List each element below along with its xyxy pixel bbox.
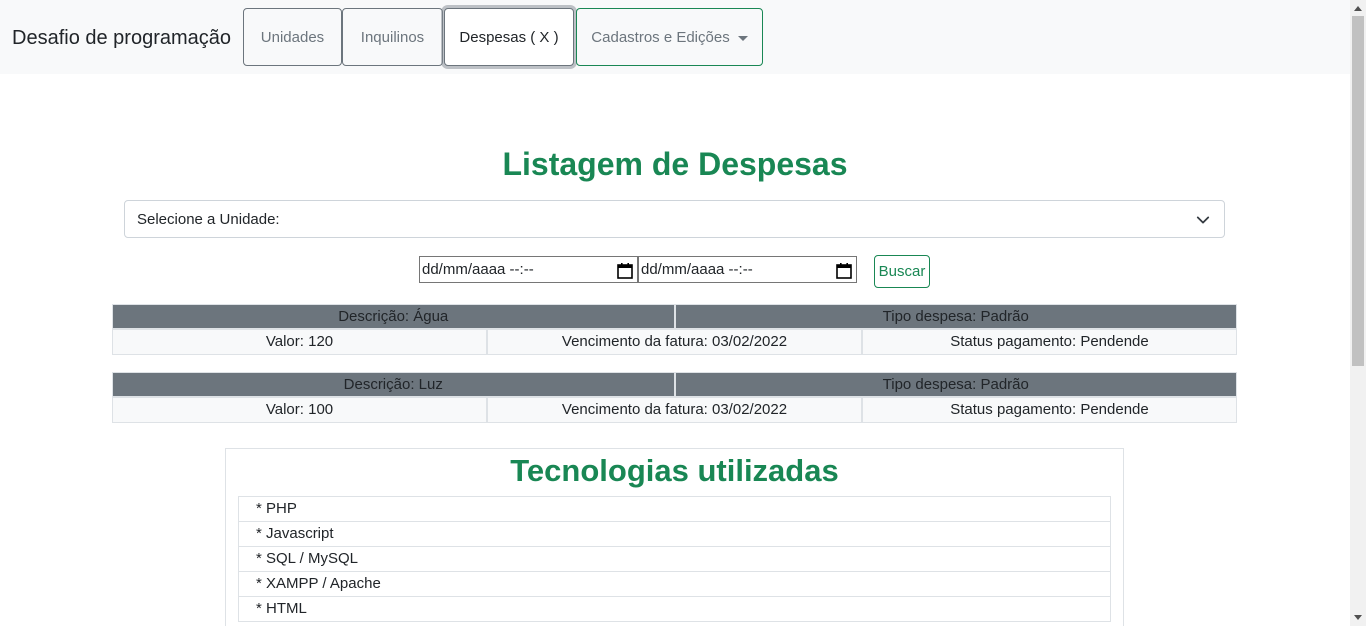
navbar: Desafio de programação Unidades Inquilin… [0, 0, 1350, 74]
nav-tenants-button[interactable]: Inquilinos [342, 8, 443, 66]
tech-card: Tecnologias utilizadas * PHP * Javascrip… [225, 448, 1124, 626]
date-end-placeholder: dd/mm/aaaa --:-- [641, 261, 753, 278]
expense-value: Valor: 120 [112, 329, 487, 355]
nav-tenants-label: Inquilinos [360, 28, 425, 46]
tech-item-javascript: * Javascript [238, 521, 1111, 547]
calendar-icon[interactable] [617, 262, 633, 279]
nav-registrations-label: Cadastros e Edições [591, 28, 730, 46]
unit-select-value: Selecione a Unidade: [137, 210, 280, 228]
page: Desafio de programação Unidades Inquilin… [0, 0, 1366, 626]
expense-status: Status pagamento: Pendende [862, 329, 1237, 355]
expense-table: Descrição: Água Tipo despesa: Padrão Val… [112, 304, 1237, 355]
nav-expenses-button[interactable]: Despesas ( X ) [444, 8, 574, 66]
caret-down-icon [737, 35, 748, 41]
scroll-up-arrow-icon[interactable] [1354, 6, 1362, 11]
tech-item-sql: * SQL / MySQL [238, 546, 1111, 572]
nav-units-label: Unidades [260, 28, 325, 46]
calendar-icon[interactable] [836, 262, 852, 279]
expense-detail-row: Valor: 100 Vencimento da fatura: 03/02/2… [112, 397, 1237, 423]
expense-type: Tipo despesa: Padrão [674, 372, 1237, 397]
scroll-thumb[interactable] [1352, 16, 1364, 366]
nav-registrations-dropdown[interactable]: Cadastros e Edições [576, 8, 763, 66]
tech-title: Tecnologias utilizadas [510, 453, 839, 488]
search-button[interactable]: Buscar [874, 255, 930, 288]
unit-select[interactable]: Selecione a Unidade: [124, 200, 1225, 238]
nav-expenses-label: Despesas ( X ) [459, 28, 559, 46]
expense-header-row: Descrição: Água Tipo despesa: Padrão [112, 304, 1237, 329]
expense-status: Status pagamento: Pendende [862, 397, 1237, 423]
tech-item-html: * HTML [238, 596, 1111, 622]
expense-due-date: Vencimento da fatura: 03/02/2022 [487, 397, 862, 423]
chevron-down-icon [1196, 216, 1210, 224]
page-title: Listagem de Despesas [502, 146, 848, 182]
date-start-placeholder: dd/mm/aaaa --:-- [422, 261, 534, 278]
expense-due-date: Vencimento da fatura: 03/02/2022 [487, 329, 862, 355]
vertical-scrollbar[interactable] [1350, 0, 1366, 626]
brand-link[interactable]: Desafio de programação [12, 27, 231, 50]
scroll-down-arrow-icon[interactable] [1354, 615, 1362, 620]
tech-item-xampp: * XAMPP / Apache [238, 571, 1111, 597]
tech-list: * PHP * Javascript * SQL / MySQL * XAMPP… [238, 496, 1111, 622]
tech-item-php: * PHP [238, 496, 1111, 522]
date-end-input[interactable]: dd/mm/aaaa --:-- [638, 256, 857, 283]
expense-detail-row: Valor: 120 Vencimento da fatura: 03/02/2… [112, 329, 1237, 355]
expense-description: Descrição: Luz [112, 372, 675, 397]
expense-table: Descrição: Luz Tipo despesa: Padrão Valo… [112, 372, 1237, 423]
expense-header-row: Descrição: Luz Tipo despesa: Padrão [112, 372, 1237, 397]
nav-units-button[interactable]: Unidades [243, 8, 342, 66]
date-start-input[interactable]: dd/mm/aaaa --:-- [419, 256, 638, 283]
expense-description: Descrição: Água [112, 304, 675, 329]
expense-value: Valor: 100 [112, 397, 487, 423]
expense-type: Tipo despesa: Padrão [674, 304, 1237, 329]
